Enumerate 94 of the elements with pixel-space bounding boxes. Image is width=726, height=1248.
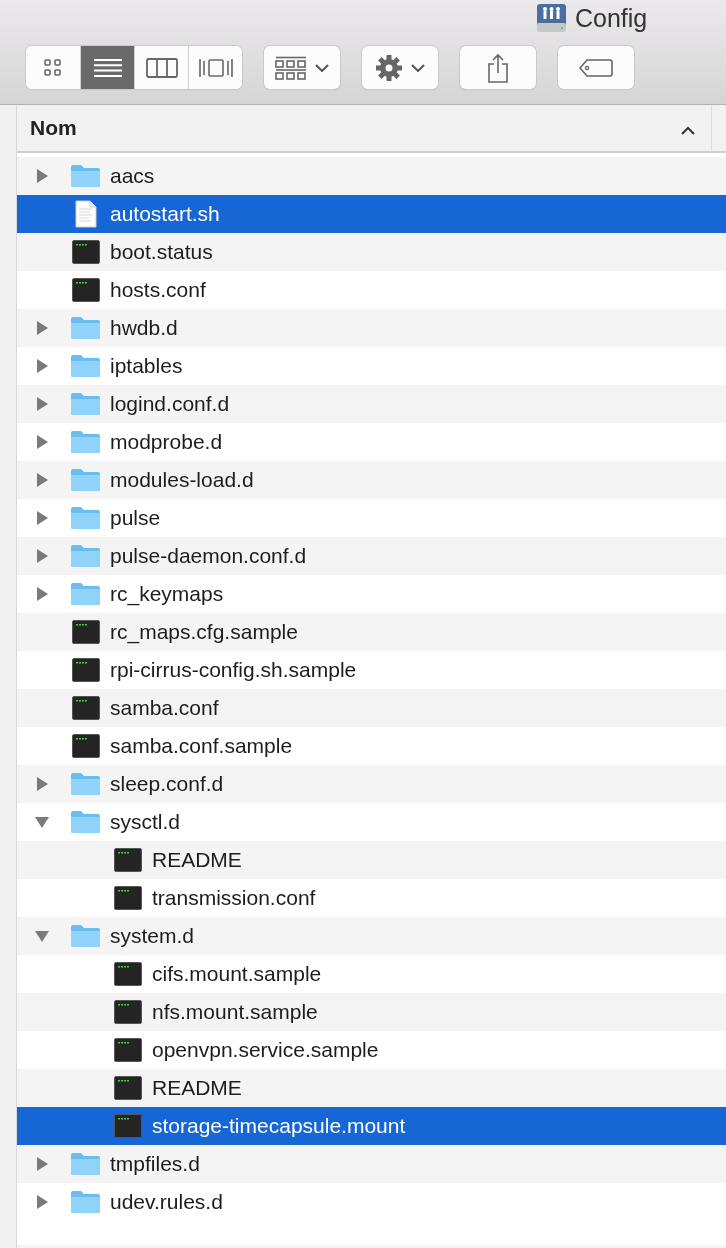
document-icon — [74, 200, 97, 228]
folder-icon — [70, 1152, 101, 1176]
file-name: rc_keymaps — [110, 582, 224, 606]
folder-icon — [70, 772, 101, 796]
share-button[interactable] — [460, 46, 536, 89]
arrange-button[interactable] — [264, 46, 340, 89]
file-name: rc_maps.cfg.sample — [110, 620, 298, 644]
folder-icon — [70, 430, 101, 454]
disclosure-collapsed-icon[interactable] — [34, 358, 50, 374]
share-icon — [487, 52, 509, 83]
file-name: aacs — [110, 164, 155, 188]
terminal-icon — [71, 620, 100, 644]
file-name: modules-load.d — [110, 468, 254, 492]
file-name: system.d — [110, 924, 195, 948]
folder-icon — [70, 1190, 101, 1214]
tag-button[interactable] — [558, 46, 634, 89]
file-name: README — [152, 1076, 242, 1100]
folder-icon — [70, 316, 101, 340]
disclosure-collapsed-icon[interactable] — [34, 168, 50, 184]
disclosure-collapsed-icon[interactable] — [34, 396, 50, 412]
terminal-icon — [71, 658, 100, 682]
folder-icon — [70, 392, 101, 416]
file-name: hosts.conf — [110, 278, 206, 302]
file-name: sysctl.d — [110, 810, 180, 834]
folder-icon — [70, 164, 101, 188]
terminal-icon — [113, 1114, 142, 1138]
file-name: boot.status — [110, 240, 213, 264]
file-name: nfs.mount.sample — [152, 1000, 318, 1024]
view-mode-button[interactable] — [26, 46, 80, 89]
network-drive-icon — [536, 3, 567, 33]
terminal-icon — [71, 240, 100, 264]
chevron-down-icon — [411, 63, 425, 72]
sort-ascending-icon[interactable] — [681, 126, 695, 135]
disclosure-expanded-icon[interactable] — [34, 928, 50, 944]
disclosure-collapsed-icon[interactable] — [34, 776, 50, 792]
terminal-icon — [71, 278, 100, 302]
file-name: udev.rules.d — [110, 1190, 223, 1214]
file-name: rpi-cirrus-config.sh.sample — [110, 658, 357, 682]
arrange-icon — [275, 55, 307, 80]
folder-icon — [70, 468, 101, 492]
folder-icon — [70, 354, 101, 378]
file-row[interactable]: autostart.sh — [17, 195, 726, 233]
disclosure-expanded-icon[interactable] — [34, 814, 50, 830]
folder-icon — [70, 582, 101, 606]
file-name: cifs.mount.sample — [152, 962, 322, 986]
terminal-icon — [113, 1076, 142, 1100]
grid-icon — [43, 57, 63, 78]
disclosure-collapsed-icon[interactable] — [34, 586, 50, 602]
view-mode-button[interactable] — [134, 46, 188, 89]
folder-icon — [70, 544, 101, 568]
file-name: iptables — [110, 354, 183, 378]
list-icon — [92, 57, 123, 78]
folder-icon — [70, 506, 101, 530]
disclosure-collapsed-icon[interactable] — [34, 320, 50, 336]
file-name: logind.conf.d — [110, 392, 230, 416]
terminal-icon — [71, 734, 100, 758]
view-mode-button[interactable] — [188, 46, 242, 89]
terminal-icon — [113, 886, 142, 910]
terminal-icon — [113, 848, 142, 872]
file-name: samba.conf.sample — [110, 734, 293, 758]
disclosure-collapsed-icon[interactable] — [34, 548, 50, 564]
file-name: storage-timecapsule.mount — [152, 1114, 406, 1138]
coverflow-icon — [197, 56, 234, 79]
terminal-icon — [113, 1000, 142, 1024]
file-name: tmpfiles.d — [110, 1152, 200, 1176]
view-mode-button[interactable] — [80, 46, 134, 89]
file-name: README — [152, 848, 242, 872]
file-name: transmission.conf — [152, 886, 316, 910]
terminal-icon — [113, 962, 142, 986]
file-name: sleep.conf.d — [110, 772, 224, 796]
file-name: pulse — [110, 506, 161, 530]
disclosure-collapsed-icon[interactable] — [34, 472, 50, 488]
folder-icon — [70, 810, 101, 834]
disclosure-collapsed-icon[interactable] — [34, 1156, 50, 1172]
tag-icon — [579, 58, 613, 77]
terminal-icon — [71, 696, 100, 720]
gear-icon — [375, 53, 403, 82]
action-button[interactable] — [362, 46, 438, 89]
column-header[interactable]: Nom — [30, 116, 77, 140]
columns-icon — [145, 56, 178, 79]
file-name: openvpn.service.sample — [152, 1038, 379, 1062]
file-name: modprobe.d — [110, 430, 223, 454]
terminal-icon — [113, 1038, 142, 1062]
file-name: pulse-daemon.conf.d — [110, 544, 307, 568]
chevron-down-icon — [315, 63, 329, 72]
disclosure-collapsed-icon[interactable] — [34, 510, 50, 526]
folder-icon — [70, 924, 101, 948]
file-row[interactable]: storage-timecapsule.mount — [17, 1107, 726, 1145]
window-title: Config — [575, 3, 648, 33]
disclosure-collapsed-icon[interactable] — [34, 434, 50, 450]
file-name: autostart.sh — [110, 202, 220, 226]
file-name: samba.conf — [110, 696, 219, 720]
disclosure-collapsed-icon[interactable] — [34, 1194, 50, 1210]
file-name: hwdb.d — [110, 316, 178, 340]
